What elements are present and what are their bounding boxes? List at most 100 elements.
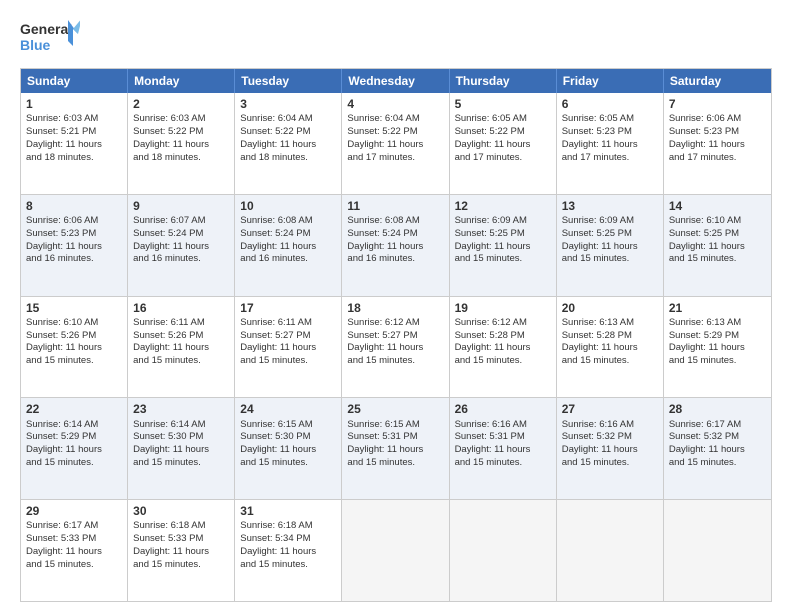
day-info-line: Sunrise: 6:16 AM bbox=[562, 419, 658, 432]
day-number: 11 bbox=[347, 198, 443, 214]
day-number: 10 bbox=[240, 198, 336, 214]
day-info-line: Daylight: 11 hours bbox=[26, 546, 122, 559]
day-info-line: Sunset: 5:28 PM bbox=[562, 330, 658, 343]
day-info-line: and 15 minutes. bbox=[347, 457, 443, 470]
calendar-cell: 29Sunrise: 6:17 AMSunset: 5:33 PMDayligh… bbox=[21, 500, 128, 601]
day-info-line: Sunrise: 6:10 AM bbox=[669, 215, 766, 228]
calendar-cell: 26Sunrise: 6:16 AMSunset: 5:31 PMDayligh… bbox=[450, 398, 557, 499]
day-number: 9 bbox=[133, 198, 229, 214]
day-info-line: Sunset: 5:27 PM bbox=[240, 330, 336, 343]
day-info-line: Sunrise: 6:12 AM bbox=[455, 317, 551, 330]
day-info-line: and 17 minutes. bbox=[347, 152, 443, 165]
day-info-line: and 15 minutes. bbox=[455, 355, 551, 368]
logo: GeneralBlue bbox=[20, 16, 80, 60]
day-info-line: and 15 minutes. bbox=[562, 355, 658, 368]
day-number: 18 bbox=[347, 300, 443, 316]
day-info-line: Daylight: 11 hours bbox=[133, 139, 229, 152]
day-info-line: and 15 minutes. bbox=[455, 457, 551, 470]
day-info-line: Sunset: 5:22 PM bbox=[347, 126, 443, 139]
day-info-line: Sunrise: 6:03 AM bbox=[133, 113, 229, 126]
header-day-tuesday: Tuesday bbox=[235, 69, 342, 93]
calendar-cell: 18Sunrise: 6:12 AMSunset: 5:27 PMDayligh… bbox=[342, 297, 449, 398]
day-info-line: Sunset: 5:25 PM bbox=[562, 228, 658, 241]
day-info-line: Sunset: 5:27 PM bbox=[347, 330, 443, 343]
day-info-line: Daylight: 11 hours bbox=[347, 139, 443, 152]
calendar-cell: 4Sunrise: 6:04 AMSunset: 5:22 PMDaylight… bbox=[342, 93, 449, 194]
day-info-line: Sunrise: 6:16 AM bbox=[455, 419, 551, 432]
day-info-line: Sunset: 5:33 PM bbox=[133, 533, 229, 546]
day-info-line: and 15 minutes. bbox=[133, 559, 229, 572]
day-info-line: Daylight: 11 hours bbox=[133, 241, 229, 254]
day-number: 21 bbox=[669, 300, 766, 316]
day-info-line: Sunrise: 6:18 AM bbox=[133, 520, 229, 533]
calendar-cell: 10Sunrise: 6:08 AMSunset: 5:24 PMDayligh… bbox=[235, 195, 342, 296]
svg-text:General: General bbox=[20, 21, 72, 37]
day-info-line: and 15 minutes. bbox=[133, 355, 229, 368]
day-info-line: and 16 minutes. bbox=[347, 253, 443, 266]
day-info-line: Sunrise: 6:04 AM bbox=[347, 113, 443, 126]
day-number: 27 bbox=[562, 401, 658, 417]
day-info-line: Daylight: 11 hours bbox=[455, 342, 551, 355]
day-info-line: Sunset: 5:31 PM bbox=[455, 431, 551, 444]
day-info-line: and 15 minutes. bbox=[562, 457, 658, 470]
day-info-line: Daylight: 11 hours bbox=[347, 241, 443, 254]
calendar-row-1: 8Sunrise: 6:06 AMSunset: 5:23 PMDaylight… bbox=[21, 195, 771, 297]
day-info-line: and 17 minutes. bbox=[562, 152, 658, 165]
day-info-line: Daylight: 11 hours bbox=[669, 241, 766, 254]
day-info-line: and 15 minutes. bbox=[669, 355, 766, 368]
day-info-line: Daylight: 11 hours bbox=[562, 444, 658, 457]
day-info-line: and 15 minutes. bbox=[133, 457, 229, 470]
day-info-line: Sunrise: 6:18 AM bbox=[240, 520, 336, 533]
calendar-cell: 22Sunrise: 6:14 AMSunset: 5:29 PMDayligh… bbox=[21, 398, 128, 499]
day-info-line: Daylight: 11 hours bbox=[240, 139, 336, 152]
day-number: 14 bbox=[669, 198, 766, 214]
calendar-cell bbox=[664, 500, 771, 601]
day-info-line: Sunrise: 6:07 AM bbox=[133, 215, 229, 228]
day-info-line: Sunset: 5:23 PM bbox=[669, 126, 766, 139]
day-info-line: Daylight: 11 hours bbox=[669, 444, 766, 457]
day-info-line: and 15 minutes. bbox=[669, 253, 766, 266]
calendar-cell: 9Sunrise: 6:07 AMSunset: 5:24 PMDaylight… bbox=[128, 195, 235, 296]
day-info-line: Sunset: 5:23 PM bbox=[562, 126, 658, 139]
day-info-line: Sunrise: 6:15 AM bbox=[347, 419, 443, 432]
day-info-line: Sunset: 5:29 PM bbox=[669, 330, 766, 343]
header-day-thursday: Thursday bbox=[450, 69, 557, 93]
day-number: 20 bbox=[562, 300, 658, 316]
calendar-cell: 17Sunrise: 6:11 AMSunset: 5:27 PMDayligh… bbox=[235, 297, 342, 398]
calendar-cell: 2Sunrise: 6:03 AMSunset: 5:22 PMDaylight… bbox=[128, 93, 235, 194]
day-info-line: and 18 minutes. bbox=[133, 152, 229, 165]
day-number: 23 bbox=[133, 401, 229, 417]
header: GeneralBlue bbox=[20, 16, 772, 60]
calendar-cell: 23Sunrise: 6:14 AMSunset: 5:30 PMDayligh… bbox=[128, 398, 235, 499]
day-info-line: Sunrise: 6:14 AM bbox=[26, 419, 122, 432]
day-info-line: Sunset: 5:31 PM bbox=[347, 431, 443, 444]
day-info-line: Sunrise: 6:13 AM bbox=[562, 317, 658, 330]
day-info-line: Sunrise: 6:04 AM bbox=[240, 113, 336, 126]
day-info-line: Sunrise: 6:10 AM bbox=[26, 317, 122, 330]
day-info-line: Sunrise: 6:14 AM bbox=[133, 419, 229, 432]
day-info-line: Sunset: 5:22 PM bbox=[455, 126, 551, 139]
day-info-line: Sunrise: 6:17 AM bbox=[26, 520, 122, 533]
day-info-line: Daylight: 11 hours bbox=[455, 444, 551, 457]
day-info-line: and 17 minutes. bbox=[669, 152, 766, 165]
day-number: 3 bbox=[240, 96, 336, 112]
calendar-cell: 28Sunrise: 6:17 AMSunset: 5:32 PMDayligh… bbox=[664, 398, 771, 499]
page: GeneralBlue SundayMondayTuesdayWednesday… bbox=[0, 0, 792, 612]
calendar-cell: 19Sunrise: 6:12 AMSunset: 5:28 PMDayligh… bbox=[450, 297, 557, 398]
day-info-line: Sunrise: 6:05 AM bbox=[455, 113, 551, 126]
calendar-row-4: 29Sunrise: 6:17 AMSunset: 5:33 PMDayligh… bbox=[21, 500, 771, 601]
calendar-cell bbox=[342, 500, 449, 601]
day-number: 31 bbox=[240, 503, 336, 519]
day-info-line: Sunset: 5:21 PM bbox=[26, 126, 122, 139]
day-info-line: Daylight: 11 hours bbox=[347, 444, 443, 457]
day-info-line: and 15 minutes. bbox=[669, 457, 766, 470]
day-info-line: Sunset: 5:32 PM bbox=[562, 431, 658, 444]
day-info-line: Sunrise: 6:03 AM bbox=[26, 113, 122, 126]
calendar-cell: 31Sunrise: 6:18 AMSunset: 5:34 PMDayligh… bbox=[235, 500, 342, 601]
day-info-line: Daylight: 11 hours bbox=[562, 139, 658, 152]
calendar-cell: 30Sunrise: 6:18 AMSunset: 5:33 PMDayligh… bbox=[128, 500, 235, 601]
calendar-body: 1Sunrise: 6:03 AMSunset: 5:21 PMDaylight… bbox=[21, 93, 771, 601]
day-info-line: and 16 minutes. bbox=[240, 253, 336, 266]
day-info-line: and 15 minutes. bbox=[455, 253, 551, 266]
day-number: 12 bbox=[455, 198, 551, 214]
